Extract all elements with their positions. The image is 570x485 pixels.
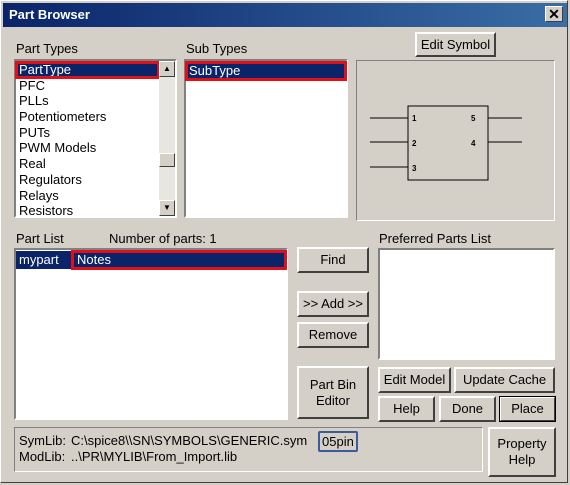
modlib-path: ..\PR\MYLIB\From_Import.lib [71, 449, 238, 464]
part-browser-window: Part Browser ✕ Part Types PartType PFC P… [0, 0, 568, 483]
part-list[interactable]: mypart Notes [14, 248, 288, 420]
part-type-item[interactable]: Relays [16, 188, 159, 204]
part-type-item[interactable]: PFC [16, 78, 159, 94]
part-types-items: PartType PFC PLLs Potentiometers PUTs PW… [15, 61, 160, 219]
part-type-item[interactable]: PLLs [16, 93, 159, 109]
update-cache-button[interactable]: Update Cache [454, 367, 555, 393]
symbol-graphic: 1 2 3 5 4 [370, 105, 522, 181]
part-bin-editor-label: Part Bin [309, 376, 357, 392]
library-info-panel: SymLib: C:\spice8\\SN\SYMBOLS\GENERIC.sy… [14, 427, 483, 472]
property-help-label: Help [508, 452, 536, 467]
modlib-label: ModLib: [19, 449, 66, 464]
part-types-list[interactable]: PartType PFC PLLs Potentiometers PUTs PW… [14, 59, 177, 218]
preferred-parts-list[interactable] [378, 248, 555, 360]
part-count-label: Number of parts: 1 [109, 231, 217, 246]
part-types-scrollbar[interactable]: ▲ ▼ [159, 61, 175, 216]
pin-label: 4 [471, 139, 476, 148]
symlib-path: C:\spice8\\SN\SYMBOLS\GENERIC.sym [71, 433, 308, 448]
part-types-label: Part Types [16, 41, 78, 56]
part-bin-editor-button[interactable]: Part Bin Editor [297, 366, 369, 419]
title-bar[interactable]: Part Browser ✕ [3, 3, 567, 27]
sub-type-item[interactable]: SubType [185, 61, 347, 81]
sub-types-label: Sub Types [186, 41, 248, 56]
property-help-button[interactable]: Property Help [488, 427, 556, 477]
part-name-cell: mypart [16, 251, 72, 269]
place-button[interactable]: Place [499, 396, 556, 422]
symbol-preview: 1 2 3 5 4 [356, 60, 555, 221]
find-button[interactable]: Find [297, 247, 369, 273]
scroll-thumb[interactable] [159, 153, 175, 167]
table-row[interactable]: mypart Notes [16, 250, 287, 270]
preferred-parts-label: Preferred Parts List [379, 231, 491, 246]
pin-label: 1 [412, 114, 417, 123]
part-type-item[interactable]: Real [16, 156, 159, 172]
property-help-label: Property [497, 436, 547, 451]
close-button[interactable]: ✕ [545, 6, 563, 22]
add-button[interactable]: >> Add >> [297, 291, 369, 317]
part-type-item[interactable]: PWM Models [16, 140, 159, 156]
edit-symbol-button[interactable]: Edit Symbol [415, 32, 496, 57]
sub-types-list[interactable]: SubType [184, 59, 348, 218]
done-button[interactable]: Done [439, 396, 496, 422]
part-description-cell: Notes [71, 250, 287, 270]
part-type-item[interactable]: Resistors [16, 203, 159, 219]
part-type-item[interactable]: PartType [15, 61, 160, 79]
remove-button[interactable]: Remove [297, 322, 369, 348]
close-icon: ✕ [548, 6, 560, 22]
part-list-label: Part List [16, 231, 64, 246]
scroll-up-icon[interactable]: ▲ [159, 61, 175, 77]
part-type-item[interactable]: Regulators [16, 172, 159, 188]
part-type-item[interactable]: Potentiometers [16, 109, 159, 125]
part-type-item[interactable]: PUTs [16, 125, 159, 141]
help-button[interactable]: Help [378, 396, 435, 422]
symlib-symbol: 05pin [318, 431, 358, 452]
scroll-down-icon[interactable]: ▼ [159, 200, 175, 216]
pin-label: 2 [412, 139, 417, 148]
symlib-label: SymLib: [19, 433, 66, 448]
pin-label: 3 [412, 164, 417, 173]
window-title: Part Browser [9, 7, 90, 22]
pin-label: 5 [471, 114, 476, 123]
part-bin-editor-label: Editor [316, 392, 350, 408]
edit-model-button[interactable]: Edit Model [378, 367, 451, 393]
